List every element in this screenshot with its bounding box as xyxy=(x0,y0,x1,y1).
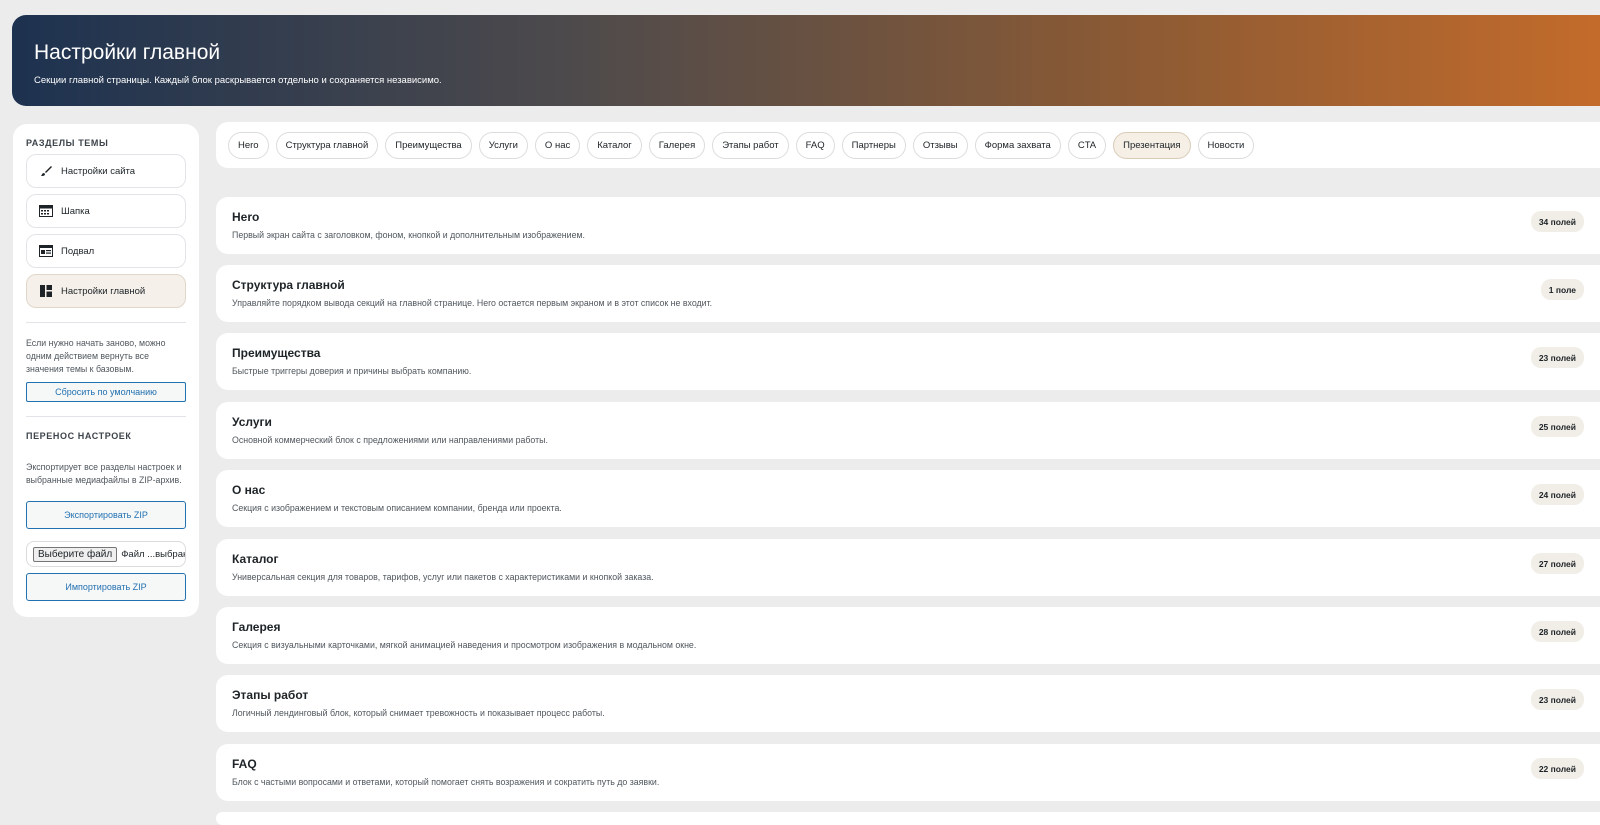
section-tabs: Hero Структура главной Преимущества Услу… xyxy=(216,122,1600,168)
section-card-services[interactable]: Услуги Основной коммерческий блок с пред… xyxy=(216,402,1600,459)
section-description: Основной коммерческий блок с предложения… xyxy=(232,435,548,445)
section-card-catalog[interactable]: Каталог Универсальная секция для товаров… xyxy=(216,539,1600,596)
section-description: Универсальная секция для товаров, тарифо… xyxy=(232,572,654,582)
section-title: Этапы работ xyxy=(232,688,309,702)
section-card-faq[interactable]: FAQ Блок с частыми вопросами и ответами,… xyxy=(216,744,1600,801)
tab-structure[interactable]: Структура главной xyxy=(275,131,379,159)
field-count-badge: 27 полей xyxy=(1530,553,1584,574)
section-description: Управляйте порядком вывода секций на гла… xyxy=(232,298,713,308)
sidebar: РАЗДЕЛЫ ТЕМЫ Настройки сайта Шапка Подва… xyxy=(13,124,199,617)
tab-partners[interactable]: Партнеры xyxy=(841,131,906,159)
field-count-badge: 23 полей xyxy=(1530,689,1584,710)
section-title: О нас xyxy=(232,483,266,497)
section-card-partial xyxy=(216,812,1600,825)
choose-file-button[interactable]: Выберите файл xyxy=(33,546,118,562)
section-title: FAQ xyxy=(232,757,257,771)
page-title: Настройки главной xyxy=(34,41,221,64)
tab-news[interactable]: Новости xyxy=(1197,131,1255,159)
section-title: Преимущества xyxy=(232,346,321,360)
tab-hero[interactable]: Hero xyxy=(228,131,269,159)
reset-defaults-button[interactable]: Сбросить по умолчанию xyxy=(26,382,186,402)
field-count-badge: 22 полей xyxy=(1530,758,1584,779)
export-zip-button[interactable]: Экспортировать ZIP xyxy=(26,501,186,529)
tab-catalog[interactable]: Каталог xyxy=(587,131,642,159)
tab-faq[interactable]: FAQ xyxy=(795,131,835,159)
section-card-about[interactable]: О нас Секция с изображением и текстовым … xyxy=(216,470,1600,527)
tab-services[interactable]: Услуги xyxy=(478,131,528,159)
transfer-note: Экспортирует все разделы настроек и выбр… xyxy=(26,462,182,485)
section-description: Блок с частыми вопросами и ответами, кот… xyxy=(232,777,660,787)
field-count-badge: 28 полей xyxy=(1530,621,1584,642)
section-description: Логичный лендинговый блок, который снима… xyxy=(232,708,605,718)
divider xyxy=(26,322,186,323)
header-icon xyxy=(39,204,53,218)
layout-icon xyxy=(39,284,53,298)
sidebar-item-home-settings[interactable]: Настройки главной xyxy=(26,274,186,308)
section-card-gallery[interactable]: Галерея Секция с визуальными карточками,… xyxy=(216,607,1600,664)
section-description: Секция с визуальными карточками, мягкой … xyxy=(232,640,697,650)
file-status: Файл ...выбран xyxy=(121,548,186,560)
sidebar-item-site-settings[interactable]: Настройки сайта xyxy=(26,154,186,188)
field-count-badge: 23 полей xyxy=(1530,347,1584,368)
tab-stages[interactable]: Этапы работ xyxy=(712,131,789,159)
transfer-heading: ПЕРЕНОС НАСТРОЕК xyxy=(26,431,132,441)
section-card-structure[interactable]: Структура главной Управляйте порядком вы… xyxy=(216,265,1600,322)
section-title: Hero xyxy=(232,210,260,224)
sidebar-item-label: Шапка xyxy=(61,205,90,217)
sidebar-item-label: Настройки главной xyxy=(61,285,146,297)
sidebar-heading: РАЗДЕЛЫ ТЕМЫ xyxy=(26,138,109,148)
section-title: Структура главной xyxy=(232,278,345,292)
section-card-hero[interactable]: Hero Первый экран сайта с заголовком, фо… xyxy=(216,197,1600,254)
section-title: Услуги xyxy=(232,415,272,429)
file-input[interactable]: Выберите файл Файл ...выбран xyxy=(26,541,186,567)
tab-presentation[interactable]: Презентация xyxy=(1113,131,1191,159)
import-zip-button[interactable]: Импортировать ZIP xyxy=(26,573,186,601)
tab-advantages[interactable]: Преимущества xyxy=(385,131,472,159)
tab-capture-form[interactable]: Форма захвата xyxy=(974,131,1061,159)
field-count-badge: 25 полей xyxy=(1530,416,1584,437)
section-title: Галерея xyxy=(232,620,281,634)
section-title: Каталог xyxy=(232,552,279,566)
reset-note: Если нужно начать заново, можно одним де… xyxy=(26,338,166,374)
tab-about[interactable]: О нас xyxy=(534,131,581,159)
brush-icon xyxy=(39,164,53,178)
field-count-badge: 24 полей xyxy=(1530,484,1584,505)
section-description: Быстрые триггеры доверия и причины выбра… xyxy=(232,366,472,376)
divider xyxy=(26,416,186,417)
page-subtitle: Секции главной страницы. Каждый блок рас… xyxy=(34,75,442,86)
field-count-badge: 34 полей xyxy=(1530,211,1584,232)
section-description: Первый экран сайта с заголовком, фоном, … xyxy=(232,230,585,240)
tab-cta[interactable]: CTA xyxy=(1067,131,1107,159)
section-card-advantages[interactable]: Преимущества Быстрые триггеры доверия и … xyxy=(216,333,1600,390)
page-header: Настройки главной Секции главной страниц… xyxy=(12,15,1600,106)
sidebar-item-footer[interactable]: Подвал xyxy=(26,234,186,268)
sidebar-item-label: Настройки сайта xyxy=(61,165,136,177)
tab-gallery[interactable]: Галерея xyxy=(648,131,706,159)
tab-reviews[interactable]: Отзывы xyxy=(912,131,968,159)
field-count-badge: 1 поле xyxy=(1540,279,1584,300)
sidebar-item-header[interactable]: Шапка xyxy=(26,194,186,228)
section-card-stages[interactable]: Этапы работ Логичный лендинговый блок, к… xyxy=(216,675,1600,732)
sidebar-item-label: Подвал xyxy=(61,245,95,257)
section-description: Секция с изображением и текстовым описан… xyxy=(232,503,562,513)
footer-icon xyxy=(39,244,53,258)
